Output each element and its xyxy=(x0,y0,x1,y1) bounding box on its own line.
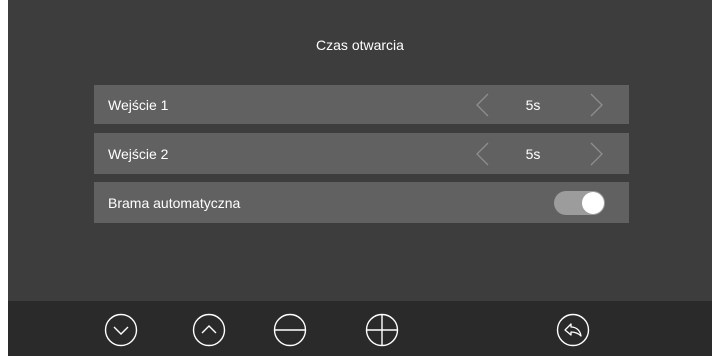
setting-row-input-2[interactable]: Wejście 2 5s xyxy=(94,133,629,174)
up-icon[interactable] xyxy=(192,313,226,347)
chevron-left-icon[interactable] xyxy=(474,92,492,118)
chevron-right-icon[interactable] xyxy=(587,92,605,118)
auto-gate-label: Brama automatyczna xyxy=(108,194,241,211)
toggle-knob xyxy=(582,191,604,214)
setting-row-auto-gate[interactable]: Brama automatyczna xyxy=(94,182,629,223)
setting-label: Wejście 2 xyxy=(108,145,169,162)
auto-gate-toggle[interactable] xyxy=(554,190,605,215)
setting-value: 5s xyxy=(525,145,541,162)
screen: Czas otwarcia Wejście 1 5s Wejście 2 5s … xyxy=(8,0,712,356)
setting-row-input-1[interactable]: Wejście 1 5s xyxy=(94,85,629,124)
minus-icon[interactable] xyxy=(273,313,307,347)
plus-icon[interactable] xyxy=(365,313,399,347)
setting-value: 5s xyxy=(525,96,541,113)
bottom-toolbar xyxy=(8,301,712,356)
back-icon[interactable] xyxy=(556,313,590,347)
page-title: Czas otwarcia xyxy=(316,37,404,53)
chevron-left-icon[interactable] xyxy=(474,141,492,167)
setting-label: Wejście 1 xyxy=(108,96,169,113)
down-icon[interactable] xyxy=(104,313,138,347)
chevron-right-icon[interactable] xyxy=(587,141,605,167)
